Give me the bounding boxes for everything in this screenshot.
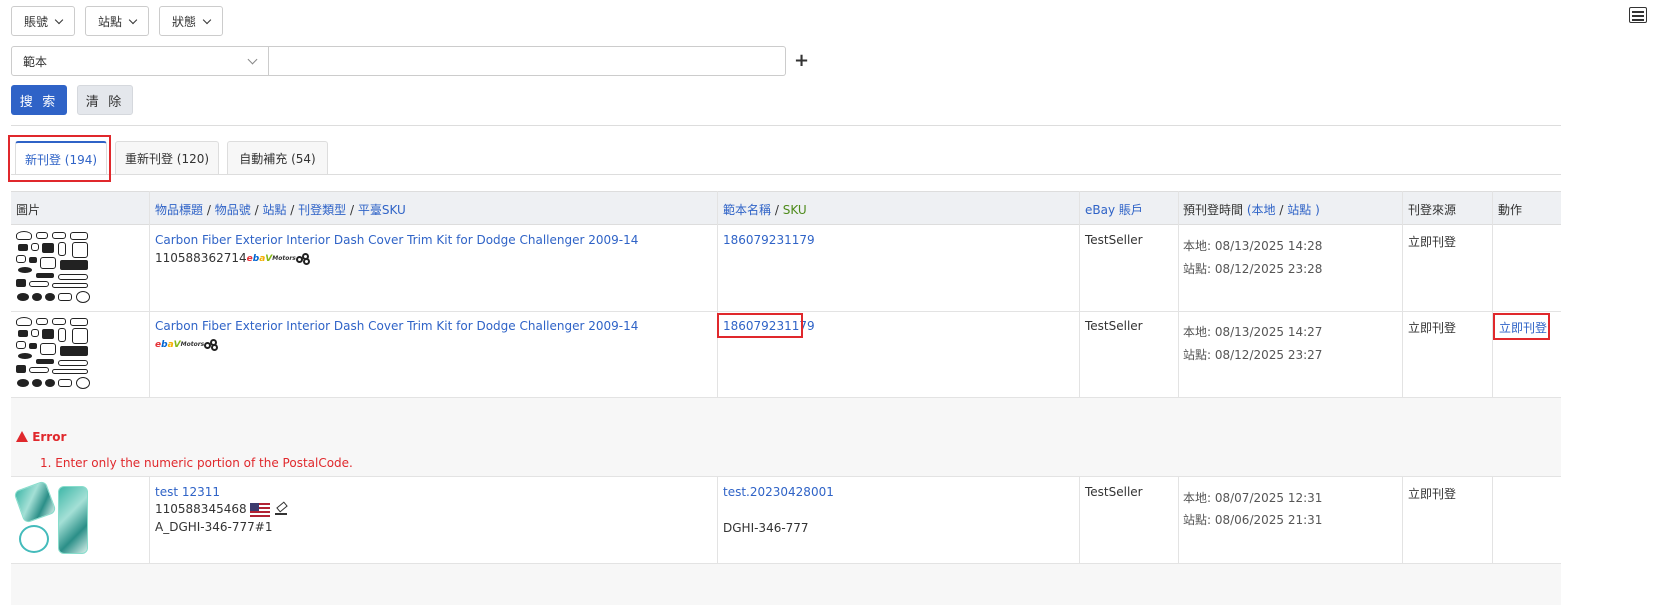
ebay-account: TestSeller [1085, 233, 1143, 247]
item-number: ebaVMotors [155, 337, 220, 351]
tab-auto-replenish[interactable]: 自動補充 (54) [227, 141, 328, 175]
search-field-selected: 範本 [23, 54, 48, 69]
chevron-down-icon [128, 15, 138, 24]
item-title-link[interactable]: test 12311 [155, 485, 220, 499]
us-flag-icon [250, 502, 271, 517]
gear-icon [295, 252, 312, 265]
sort-site[interactable]: 站點 [262, 203, 286, 217]
header-ebay-account[interactable]: eBay 賬戶 [1085, 201, 1143, 218]
local-time: 本地: 08/13/2025 14:27 [1183, 325, 1323, 339]
item-number: 110588362714ebaVMotors [155, 251, 312, 265]
template-name-link[interactable]: test.20230428001 [723, 485, 834, 499]
tab-label: 新刊登 (194) [24, 152, 98, 167]
search-button[interactable]: 搜 索 [11, 85, 67, 115]
status-filter-button[interactable]: 狀態 [159, 6, 223, 36]
sort-sku[interactable]: SKU [783, 203, 807, 217]
product-image[interactable] [16, 317, 94, 391]
product-image[interactable] [16, 231, 94, 305]
listing-source: 立即刊登 [1408, 235, 1457, 249]
local-time: 本地: 08/07/2025 12:31 [1183, 491, 1323, 505]
gear-icon [204, 338, 220, 351]
tab-relist[interactable]: 重新刊登 (120) [115, 141, 219, 175]
sku: DGHI-346-777 [723, 521, 809, 535]
local-time: 本地: 08/13/2025 14:28 [1183, 239, 1323, 253]
clear-button[interactable]: 清 除 [77, 85, 133, 115]
tab-divider [11, 174, 1561, 175]
sort-local-time[interactable]: 本地 [1252, 203, 1276, 217]
search-field-select[interactable]: 範本 [11, 46, 269, 76]
header-source: 刊登來源 [1408, 203, 1457, 217]
platform-sku: A_DGHI-346-777#1 [155, 520, 273, 534]
item-number: 110588345468 [155, 502, 288, 517]
header-image: 圖片 [16, 203, 41, 217]
auction-gavel-icon [274, 503, 288, 517]
status-filter-label: 狀態 [171, 14, 196, 29]
sort-template-name[interactable]: 範本名稱 [723, 203, 771, 217]
ebay-motors-logo: ebaVMotors [246, 253, 296, 264]
search-input[interactable] [269, 46, 786, 76]
error-message: 1. Enter only the numeric portion of the… [40, 456, 353, 470]
site-time: 站點: 08/12/2025 23:27 [1183, 348, 1323, 362]
list-now-button[interactable]: 立即刊登 [1499, 319, 1547, 336]
site-time: 站點: 08/12/2025 23:28 [1183, 262, 1323, 276]
sort-platform-sku[interactable]: 平臺SKU [358, 203, 406, 217]
item-title-link[interactable]: Carbon Fiber Exterior Interior Dash Cove… [155, 319, 638, 333]
site-time: 站點: 08/06/2025 21:31 [1183, 513, 1323, 527]
template-name-link[interactable]: 186079231179 [723, 319, 815, 333]
header-template: 範本名稱 / SKU [723, 203, 807, 217]
chevron-down-icon [202, 15, 212, 24]
ebay-account: TestSeller [1085, 485, 1143, 499]
divider [11, 125, 1561, 126]
tab-label: 自動補充 (54) [239, 152, 316, 166]
chevron-down-icon [247, 54, 258, 65]
listing-source: 立即刊登 [1408, 321, 1457, 335]
header-item-info: 物品標題 / 物品號 / 站點 / 刊登類型 / 平臺SKU [155, 203, 406, 217]
sort-item-title[interactable]: 物品標題 [155, 203, 203, 217]
item-title-link[interactable]: Carbon Fiber Exterior Interior Dash Cove… [155, 233, 638, 247]
product-image[interactable] [13, 480, 94, 557]
site-filter-button[interactable]: 站點 [85, 6, 149, 36]
template-name-link[interactable]: 186079231179 [723, 233, 815, 247]
add-condition-button[interactable]: + [794, 50, 809, 71]
ebay-motors-logo: ebaVMotors [155, 339, 205, 350]
sort-listing-type[interactable]: 刊登類型 [298, 203, 346, 217]
column-settings-icon[interactable] [1629, 7, 1647, 23]
tab-label: 重新刊登 (120) [124, 152, 210, 166]
warning-icon [16, 431, 28, 442]
site-filter-label: 站點 [97, 14, 122, 29]
error-heading: Error [16, 430, 66, 444]
ebay-account: TestSeller [1085, 319, 1143, 333]
header-action: 動作 [1498, 203, 1523, 217]
table-row [11, 564, 1561, 605]
chevron-down-icon [54, 15, 64, 24]
tab-new-listing[interactable]: 新刊登 (194) [15, 141, 107, 175]
sort-site-time[interactable]: 站點 [1287, 203, 1311, 217]
sort-item-no[interactable]: 物品號 [215, 203, 251, 217]
listing-source: 立即刊登 [1408, 487, 1457, 501]
header-scheduled-time: 預刊登時間 (本地 / 站點 ) [1183, 203, 1320, 217]
account-filter-label: 賬號 [23, 14, 48, 29]
account-filter-button[interactable]: 賬號 [11, 6, 75, 36]
